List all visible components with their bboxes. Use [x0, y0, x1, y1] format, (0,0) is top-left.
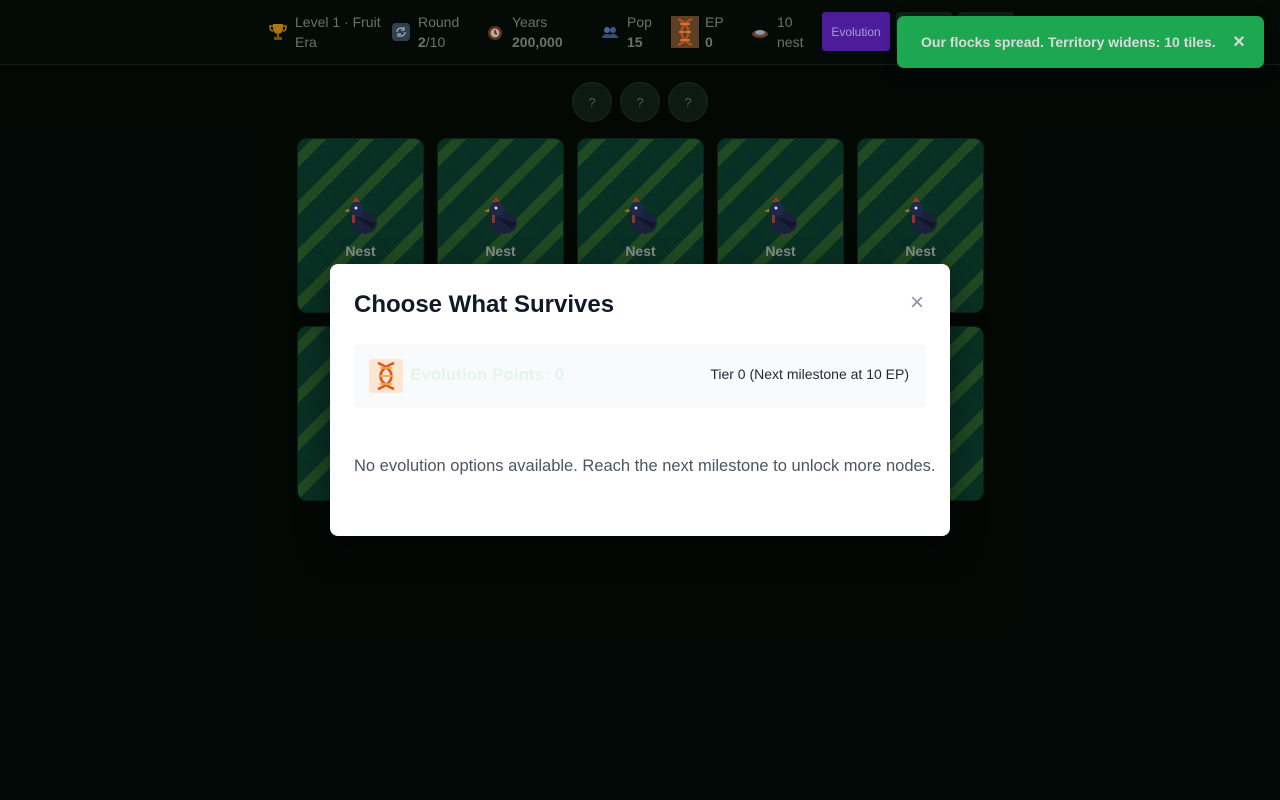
ep-summary-panel: Evolution Points: 0 Tier 0 (Next milesto…	[354, 344, 926, 408]
evolution-modal: Choose What Survives × Evolution Points:…	[330, 264, 950, 536]
dna-icon	[369, 359, 403, 393]
tier-text: Tier 0 (Next milestone at 10 EP)	[710, 366, 909, 382]
modal-close-icon[interactable]: ×	[906, 291, 928, 315]
ep-total-text: Evolution Points: 0	[410, 365, 564, 384]
empty-state-message: No evolution options available. Reach th…	[354, 457, 936, 475]
modal-title: Choose What Survives	[354, 291, 615, 318]
